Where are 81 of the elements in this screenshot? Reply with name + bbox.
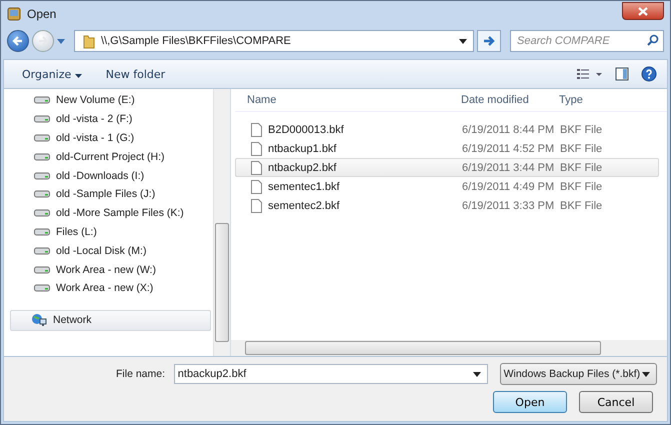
drive-icon [34, 190, 50, 198]
file-row[interactable]: sementec1.bkf 6/19/2011 4:49 PM BKF File [235, 177, 659, 196]
file-name: ntbackup2.bkf [268, 162, 336, 174]
drive-icon [34, 134, 50, 142]
dropdown-arrow-icon [642, 372, 650, 376]
file-icon [251, 180, 262, 194]
caret-icon [74, 74, 82, 78]
left-arrow-icon [12, 35, 24, 47]
file-name: ntbackup1.bkf [268, 142, 336, 154]
file-name: sementec1.bkf [268, 180, 340, 192]
file-name: B2D000013.bkf [268, 124, 344, 136]
drive-icon [34, 209, 50, 218]
close-button[interactable] [622, 2, 664, 20]
go-button[interactable] [477, 30, 501, 52]
column-header[interactable]: Date modified [451, 94, 553, 106]
table-cell-text: 6/19/2011 3:33 PM [461, 200, 554, 212]
file-icon [251, 198, 262, 212]
preview-pane-icon[interactable] [615, 67, 629, 81]
drive-icon [34, 152, 50, 161]
file-row[interactable]: ntbackup1.bkf 6/19/2011 4:52 PM BKF File [235, 139, 659, 158]
file-type-dropdown[interactable]: Windows Backup Files (*.bkf) [500, 363, 657, 385]
scrollbar[interactable] [213, 89, 230, 356]
table-cell-text: 6/19/2011 3:44 PM [461, 162, 554, 174]
view-options-icon[interactable] [577, 68, 603, 80]
file-row[interactable]: ntbackup2.bkf 6/19/2011 3:44 PM BKF File [235, 158, 659, 177]
table-cell-text: 6/19/2011 4:49 PM [461, 180, 554, 192]
search-icon [647, 34, 659, 46]
folder-icon [83, 33, 95, 49]
table-cell-text: BKF File [559, 162, 604, 174]
close-icon [638, 6, 648, 16]
file-icon [251, 142, 262, 156]
organize-menu-button[interactable]: Organize [16, 66, 88, 82]
drive-icon [34, 228, 50, 236]
cancel-button[interactable]: Cancel [579, 391, 653, 413]
table-cell-text: 6/19/2011 8:44 PM [461, 124, 554, 136]
file-name-field[interactable]: ntbackup2.bkf [174, 364, 488, 384]
help-icon[interactable] [641, 66, 657, 82]
sidebar-item[interactable]: Work Area - new (X:) [4, 278, 213, 298]
file-name-label: File name: [116, 368, 166, 380]
sidebar-item[interactable]: old -vista - 1 (G:) [4, 128, 213, 148]
sidebar-item[interactable]: New Volume (E:) [4, 91, 213, 110]
table-cell-text: BKF File [559, 180, 604, 192]
sidebar-item[interactable]: old -More Sample Files (K:) [4, 204, 213, 223]
table-cell-text: BKF File [559, 124, 604, 136]
back-button[interactable] [7, 30, 29, 52]
sidebar-item[interactable]: old -Sample Files (J:) [4, 184, 213, 204]
history-dropdown-icon[interactable] [57, 38, 65, 44]
drive-icon [34, 115, 50, 124]
sidebar-item[interactable]: Files (L:) [4, 222, 213, 242]
dropdown-arrow-icon[interactable] [459, 38, 467, 44]
table-cell-text: 6/19/2011 4:52 PM [461, 142, 554, 154]
file-name: sementec2.bkf [268, 200, 340, 212]
drive-icon [34, 172, 50, 180]
open-button[interactable]: Open [493, 391, 567, 413]
network-icon [31, 313, 47, 328]
file-row[interactable]: B2D000013.bkf 6/19/2011 8:44 PM BKF File [235, 120, 659, 139]
file-icon [251, 122, 262, 136]
sidebar-item[interactable]: old -vista - 2 (F:) [4, 110, 213, 129]
column-header[interactable]: Name [235, 94, 451, 106]
search-field[interactable]: Search COMPARE [510, 30, 664, 52]
drive-icon [34, 284, 50, 292]
scrollbar[interactable] [231, 340, 667, 356]
sidebar-item[interactable]: Work Area - new (W:) [4, 260, 213, 279]
drive-icon [34, 246, 50, 255]
drive-icon [34, 96, 50, 104]
app-icon [7, 7, 21, 21]
dropdown-arrow-icon[interactable] [472, 372, 481, 376]
drive-icon [34, 266, 50, 274]
right-arrow-icon [483, 36, 495, 46]
file-row[interactable]: sementec2.bkf 6/19/2011 3:33 PM BKF File [235, 196, 659, 215]
sidebar-item[interactable]: Network [10, 310, 211, 331]
window-title: Open [27, 7, 56, 21]
address-bar[interactable]: \\,G\Sample Files\BKFFiles\COMPARE [74, 30, 474, 52]
sidebar-item[interactable]: old -Downloads (I:) [4, 166, 213, 185]
table-cell-text: BKF File [559, 200, 604, 212]
column-header[interactable]: Type [553, 94, 639, 106]
table-cell-text: BKF File [559, 142, 604, 154]
file-icon [251, 160, 262, 174]
sidebar-item[interactable]: old-Current Project (H:) [4, 147, 213, 166]
sidebar-item[interactable]: old -Local Disk (M:) [4, 241, 213, 260]
new-folder-button[interactable]: New folder [100, 66, 172, 82]
